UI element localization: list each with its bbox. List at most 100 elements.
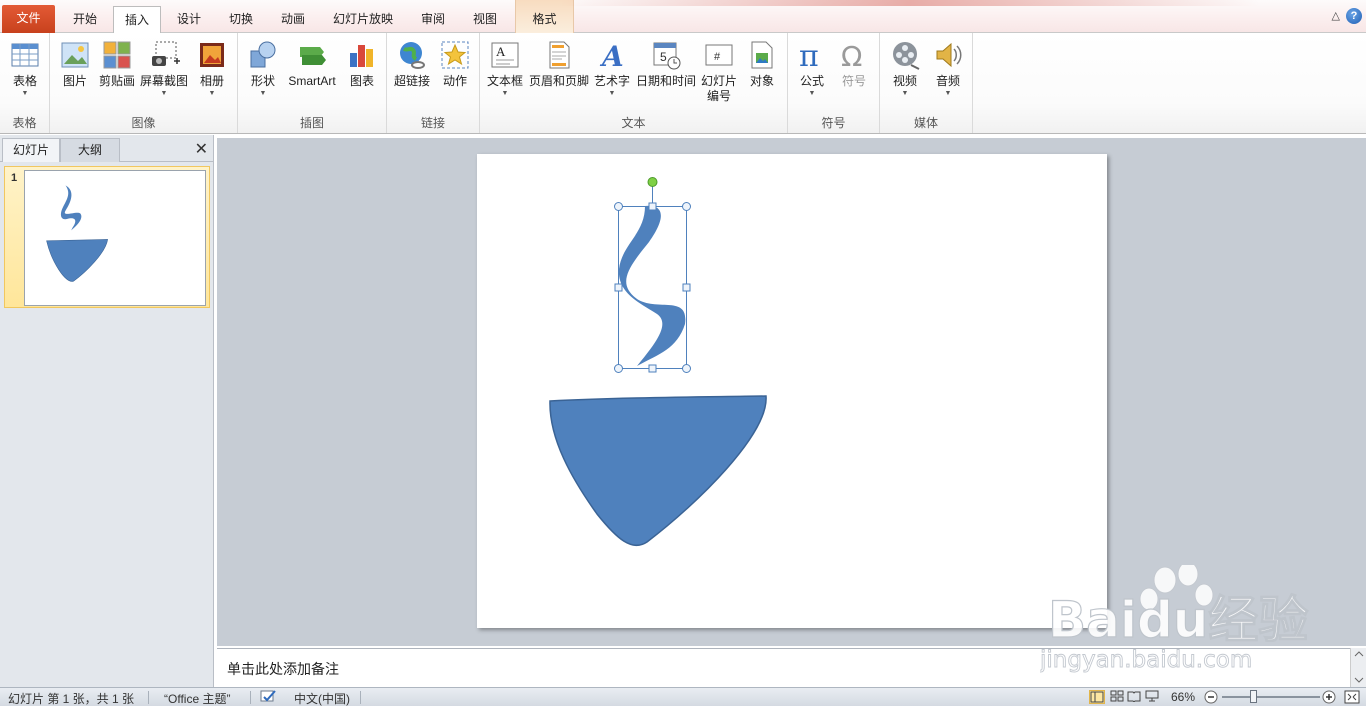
ribbon-insert-panel: 表格 ▼ 表格 图片 剪贴画 屏幕截图 ▼ 相册 ▼ 图像 形状 ▼ Smart… [0, 33, 1366, 134]
slide-number-button[interactable]: # 幻灯片 编号 [699, 37, 739, 109]
tab-format[interactable]: 格式 [515, 0, 574, 33]
tab-slideshow[interactable]: 幻灯片放映 [326, 6, 400, 33]
thumb-bowl-shape [46, 239, 108, 282]
shapes-icon [247, 39, 279, 71]
status-bar: 幻灯片 第 1 张，共 1 张 “Office 主题” 中文(中国) 66% [0, 687, 1366, 706]
zoom-slider-thumb[interactable] [1250, 690, 1257, 703]
group-media: 视频 ▼ 音频 ▼ 媒体 [880, 33, 973, 133]
svg-text:A: A [496, 44, 506, 59]
pane-tabs: 幻灯片 大纲 ✕ [0, 138, 214, 162]
resize-handle-w[interactable] [614, 283, 623, 292]
slide-thumbnail[interactable] [24, 170, 206, 306]
normal-view-icon[interactable] [1089, 690, 1105, 704]
language-status[interactable]: 中文(中国) [294, 690, 350, 706]
resize-handle-s[interactable] [648, 364, 657, 373]
slide-sorter-view-icon[interactable] [1110, 690, 1126, 704]
group-links: 超链接 动作 链接 [387, 33, 480, 133]
screenshot-icon [148, 39, 180, 71]
zoom-slider-track[interactable] [1222, 696, 1320, 698]
group-images: 图片 剪贴画 屏幕截图 ▼ 相册 ▼ 图像 [50, 33, 238, 133]
resize-handle-n[interactable] [648, 202, 657, 211]
resize-handle-se[interactable] [682, 364, 691, 373]
symbol-button[interactable]: Ω 符号 [834, 37, 874, 109]
thumb-steam-shape [60, 185, 82, 231]
action-button[interactable]: 动作 [435, 37, 475, 109]
group-symbols: π 公式 ▼ Ω 符号 符号 [788, 33, 880, 133]
bar-chart-icon [346, 39, 378, 71]
wordart-button[interactable]: A 艺术字 ▼ [592, 37, 632, 109]
tab-design[interactable]: 设计 [166, 6, 212, 33]
slideshow-view-icon[interactable] [1145, 690, 1161, 704]
textbox-icon: A [489, 39, 521, 71]
svg-text:π: π [799, 39, 819, 71]
video-button[interactable]: 视频 ▼ [884, 37, 926, 109]
svg-text:A: A [599, 40, 624, 71]
slide-canvas[interactable] [477, 154, 1107, 628]
tab-home[interactable]: 开始 [60, 6, 110, 33]
resize-handle-e[interactable] [682, 283, 691, 292]
reading-view-icon[interactable] [1127, 690, 1143, 704]
dropdown-arrow-icon: ▼ [608, 90, 616, 97]
group-label-tables: 表格 [12, 116, 37, 130]
globe-link-icon [396, 39, 428, 71]
datetime-button[interactable]: 5 日期和时间 [634, 37, 698, 109]
notes-placeholder[interactable]: 单击此处添加备注 [227, 659, 339, 679]
tab-insert[interactable]: 插入 [113, 6, 161, 34]
tab-review[interactable]: 审阅 [410, 6, 456, 33]
slide-thumbnail-item[interactable]: 1 [4, 166, 210, 308]
slides-pane: 幻灯片 大纲 ✕ 1 [0, 135, 214, 687]
dropdown-arrow-icon: ▼ [944, 90, 952, 97]
audio-button[interactable]: 音频 ▼ [928, 37, 968, 109]
shapes-button[interactable]: 形状 ▼ [244, 37, 282, 109]
ribbon-tab-bar: 文件 开始 插入 设计 切换 动画 幻灯片放映 审阅 视图 格式 △ ? [0, 0, 1366, 34]
minimize-ribbon-icon[interactable]: △ [1332, 9, 1340, 22]
close-icon[interactable]: ✕ [195, 140, 208, 160]
tab-outline[interactable]: 大纲 [60, 138, 120, 162]
resize-handle-ne[interactable] [682, 202, 691, 211]
tab-view[interactable]: 视图 [462, 6, 508, 33]
zoom-out-icon[interactable] [1204, 690, 1218, 706]
picture-button[interactable]: 图片 [54, 37, 96, 109]
chart-button[interactable]: 图表 [342, 37, 382, 109]
bowl-shape[interactable] [549, 395, 767, 547]
header-footer-button[interactable]: 页眉和页脚 [528, 37, 590, 109]
photo-album-icon [196, 39, 228, 71]
tab-slides[interactable]: 幻灯片 [2, 138, 60, 162]
group-label-media: 媒体 [913, 116, 938, 130]
rotation-handle[interactable] [647, 177, 658, 187]
baidu-watermark: Baidu经验 jingyan.baidu.com [1039, 561, 1360, 675]
table-button[interactable]: 表格 ▼ [4, 37, 46, 109]
slide-number-icon: # [703, 39, 735, 71]
dropdown-arrow-icon: ▼ [21, 90, 29, 97]
resize-handle-sw[interactable] [614, 364, 623, 373]
table-icon [9, 39, 41, 71]
tab-animations[interactable]: 动画 [270, 6, 316, 33]
hyperlink-button[interactable]: 超链接 [391, 37, 433, 109]
help-icon[interactable]: ? [1346, 8, 1362, 24]
omega-icon: Ω [838, 39, 870, 73]
screenshot-button[interactable]: 屏幕截图 ▼ [139, 37, 189, 109]
theme-status[interactable]: “Office 主题” [164, 690, 230, 706]
svg-text:5: 5 [660, 50, 667, 64]
calendar-clock-icon: 5 [650, 39, 682, 71]
smartart-button[interactable]: SmartArt [284, 37, 340, 109]
tab-file[interactable]: 文件 [2, 5, 55, 33]
album-button[interactable]: 相册 ▼ [190, 37, 234, 109]
fit-to-window-icon[interactable] [1344, 690, 1360, 706]
zoom-level[interactable]: 66% [1171, 690, 1195, 704]
zoom-in-icon[interactable] [1322, 690, 1336, 706]
clipart-button[interactable]: 剪贴画 [96, 37, 138, 109]
steam-shape[interactable] [618, 205, 686, 366]
equation-button[interactable]: π 公式 ▼ [792, 37, 832, 109]
header-footer-icon [543, 39, 575, 71]
group-label-links: 链接 [420, 116, 445, 130]
resize-handle-nw[interactable] [614, 202, 623, 211]
film-reel-icon [889, 39, 921, 71]
textbox-button[interactable]: A 文本框 ▼ [484, 37, 526, 109]
spellcheck-icon[interactable] [260, 690, 278, 706]
watermark-url: jingyan.baidu.com [1040, 647, 1252, 673]
dropdown-arrow-icon: ▼ [808, 90, 816, 97]
tab-transitions[interactable]: 切换 [218, 6, 264, 33]
dropdown-arrow-icon: ▼ [501, 90, 509, 97]
object-button[interactable]: 对象 [742, 37, 782, 109]
